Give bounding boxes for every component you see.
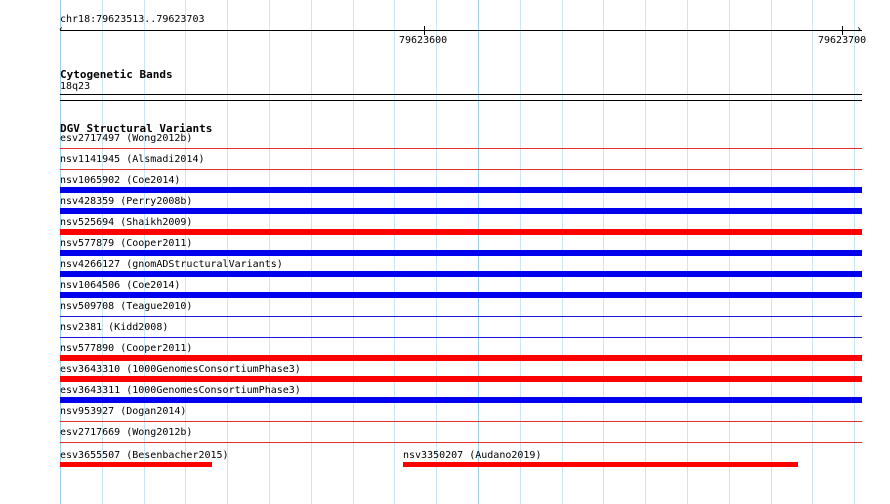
variant-feature-bar[interactable]: [60, 355, 862, 361]
variant-label: nsv4266127 (gnomADStructuralVariants): [60, 259, 283, 270]
ruler-tick: [424, 26, 425, 35]
genome-track-view[interactable]: chr18:79623513..79623703 ‹ › 79623600 79…: [0, 0, 890, 504]
variant-feature-bar[interactable]: [60, 187, 862, 193]
ruler-tick-label: 79623700: [818, 35, 867, 46]
variant-feature-bar[interactable]: [60, 208, 862, 214]
variant-label: nsv1065902 (Coe2014): [60, 175, 181, 186]
ruler-axis-line: [60, 30, 862, 31]
variant-label: nsv577879 (Cooper2011): [60, 238, 193, 249]
variant-feature-line[interactable]: [60, 337, 862, 338]
variant-feature-bar[interactable]: [60, 462, 212, 467]
variant-label: nsv3350207 (Audano2019): [403, 450, 542, 461]
variant-label: nsv1064506 (Coe2014): [60, 280, 181, 291]
variant-label: nsv525694 (Shaikh2009): [60, 217, 193, 228]
variant-feature-line[interactable]: [60, 169, 862, 170]
variant-label: nsv953927 (Dogan2014): [60, 406, 187, 417]
variant-feature-bar[interactable]: [403, 462, 798, 467]
ruler-right-arrow-icon: ›: [856, 24, 863, 35]
variant-feature-line[interactable]: [60, 316, 862, 317]
variant-feature-bar[interactable]: [60, 292, 862, 298]
variant-feature-line[interactable]: [60, 421, 862, 422]
variant-label: nsv2381 (Kidd2008): [60, 322, 169, 333]
ruler-tick-label: 79623600: [399, 35, 448, 46]
variant-feature-bar[interactable]: [60, 250, 862, 256]
ruler-location: chr18:79623513..79623703: [60, 14, 205, 25]
ruler-tick: [842, 26, 843, 35]
cytoband-track-title: Cytogenetic Bands: [60, 68, 173, 81]
variant-label: esv3643311 (1000GenomesConsortiumPhase3): [60, 385, 301, 396]
cytoband-bar[interactable]: [60, 94, 862, 95]
variant-feature-bar[interactable]: [60, 229, 862, 235]
variant-label: nsv1141945 (Alsmadi2014): [60, 154, 205, 165]
track-separator: [60, 100, 862, 101]
variant-label: esv2717669 (Wong2012b): [60, 427, 193, 438]
cytoband-label: 18q23: [60, 81, 91, 92]
variant-label: esv3643310 (1000GenomesConsortiumPhase3): [60, 364, 301, 375]
variant-label: nsv509708 (Teague2010): [60, 301, 193, 312]
variant-feature-line[interactable]: [60, 148, 862, 149]
variant-feature-bar[interactable]: [60, 397, 862, 403]
variant-label: esv3655507 (Besenbacher2015): [60, 450, 229, 461]
variant-feature-line[interactable]: [60, 442, 862, 443]
variant-feature-bar[interactable]: [60, 271, 862, 277]
ruler-left-arrow-icon: ‹: [58, 24, 65, 35]
variant-feature-bar[interactable]: [60, 376, 862, 382]
variant-label: esv2717497 (Wong2012b): [60, 133, 193, 144]
variant-label: nsv428359 (Perry2008b): [60, 196, 193, 207]
variant-label: nsv577890 (Cooper2011): [60, 343, 193, 354]
